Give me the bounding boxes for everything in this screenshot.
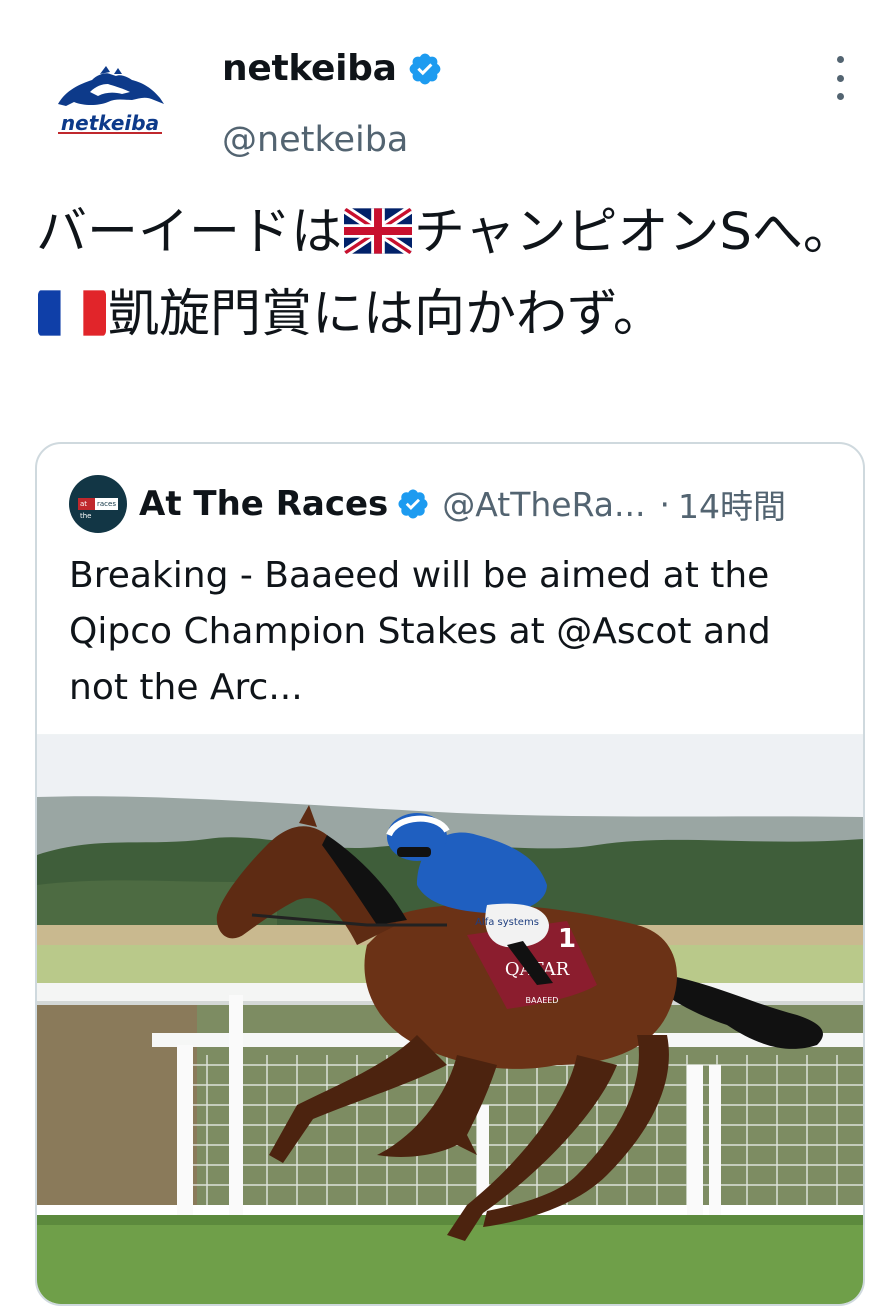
more-vertical-icon[interactable] (826, 56, 854, 100)
quoted-tweet-text: Breaking - Baaeed will be aimed at the Q… (69, 555, 771, 708)
atr-logo: at the races (78, 498, 118, 520)
france-flag-icon (38, 289, 106, 337)
quoted-handle[interactable]: @AtTheRa... (442, 485, 645, 524)
tweet-text-part3: 凱旋門賞には向かわず。 (108, 285, 664, 344)
logo-wordmark: netkeiba (61, 111, 159, 135)
verified-badge-icon (409, 53, 441, 84)
tweet-text-part1: バーイードは (36, 203, 343, 262)
avatar[interactable]: netkeiba (36, 40, 186, 155)
uk-flag-icon (344, 207, 413, 255)
tweet-text-part2: チャンピオンSへ。 (414, 203, 854, 262)
handle[interactable]: @netkeiba (222, 120, 408, 160)
quoted-tweet-card[interactable]: at the races At The Races @AtTheRa... · 1… (35, 442, 865, 1306)
atr-logo-part2: races (97, 500, 116, 508)
silks-sponsor: Alfa systems (475, 917, 539, 928)
separator-dot: · (659, 484, 671, 524)
verified-badge-icon (398, 489, 428, 519)
atr-logo-part1: at the (78, 498, 96, 520)
netkeiba-logo: netkeiba (58, 66, 164, 135)
quoted-timestamp[interactable]: 14時間 (678, 480, 786, 528)
quoted-avatar[interactable]: at the races (69, 475, 127, 533)
tweet-text: バーイードは チャンピオンSへ。 凱旋門賞には向かわず。 (36, 192, 866, 356)
saddle-cloth-number: 1 (558, 924, 576, 954)
quoted-display-name[interactable]: At The Races (139, 484, 388, 524)
display-name[interactable]: netkeiba (222, 48, 397, 89)
quoted-media-image[interactable]: QATAR 1 BAAEED Alfa systems (37, 734, 863, 1304)
tweet-header: netkeiba netkeiba @netkeiba (0, 0, 896, 180)
quoted-tweet-header: at the races At The Races @AtTheRa... · 1… (69, 474, 849, 534)
racehorse-photo: QATAR 1 BAAEED Alfa systems (37, 735, 863, 1304)
saddle-cloth-name: BAAEED (526, 996, 559, 1005)
